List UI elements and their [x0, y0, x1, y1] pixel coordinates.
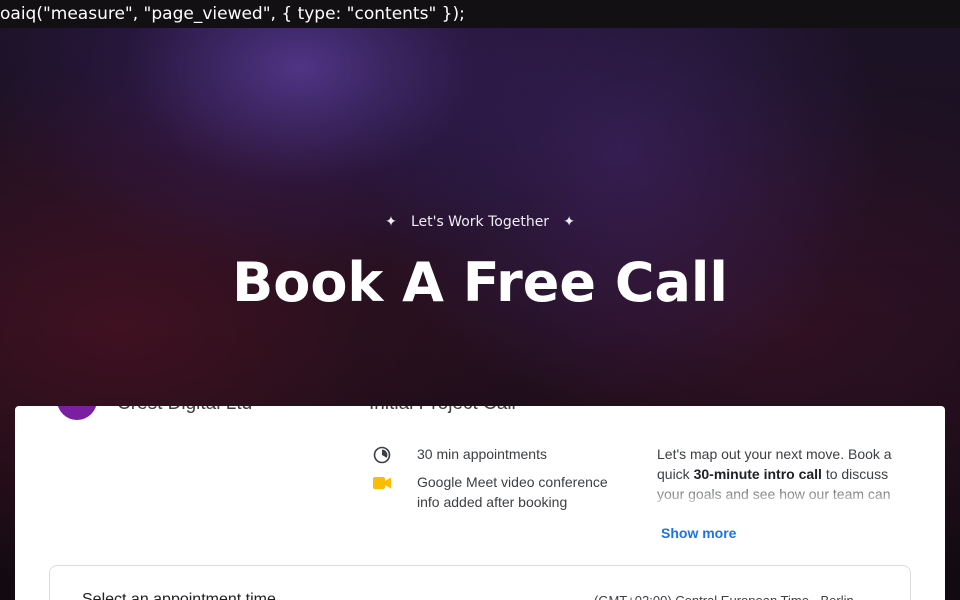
- appointment-slot-panel: Select an appointment time (GMT+02:00) C…: [49, 565, 911, 600]
- hero-tagline: ✦ Let's Work Together ✦: [0, 210, 960, 234]
- booking-card: Crest Digital Ltd Initial Project Call 3…: [15, 406, 945, 600]
- clock-icon: [371, 445, 393, 465]
- tagline-text: Let's Work Together: [410, 214, 550, 230]
- org-avatar: [57, 406, 97, 420]
- duration-label: 30 min appointments: [417, 446, 547, 462]
- google-meet-icon: [371, 473, 393, 493]
- org-name: Crest Digital Ltd: [117, 406, 252, 416]
- page-title: Book A Free Call: [232, 251, 728, 314]
- duration-row: 30 min appointments: [371, 444, 627, 465]
- timezone-selector[interactable]: (GMT+02:00) Central European Time - Berl…: [594, 592, 854, 600]
- slot-title: Select an appointment time: [82, 591, 276, 600]
- conference-label: Google Meet video conference info added …: [417, 474, 608, 510]
- sparkle-icon: ✦: [385, 214, 397, 230]
- show-more-button[interactable]: Show more: [651, 520, 746, 546]
- tracking-code-text: oaiq("measure", "page_viewed", { type: "…: [0, 0, 960, 28]
- conference-row: Google Meet video conference info added …: [371, 472, 627, 512]
- description-fade: [657, 484, 907, 506]
- sparkle-icon: ✦: [563, 214, 575, 230]
- event-title: Initial Project Call: [369, 406, 516, 416]
